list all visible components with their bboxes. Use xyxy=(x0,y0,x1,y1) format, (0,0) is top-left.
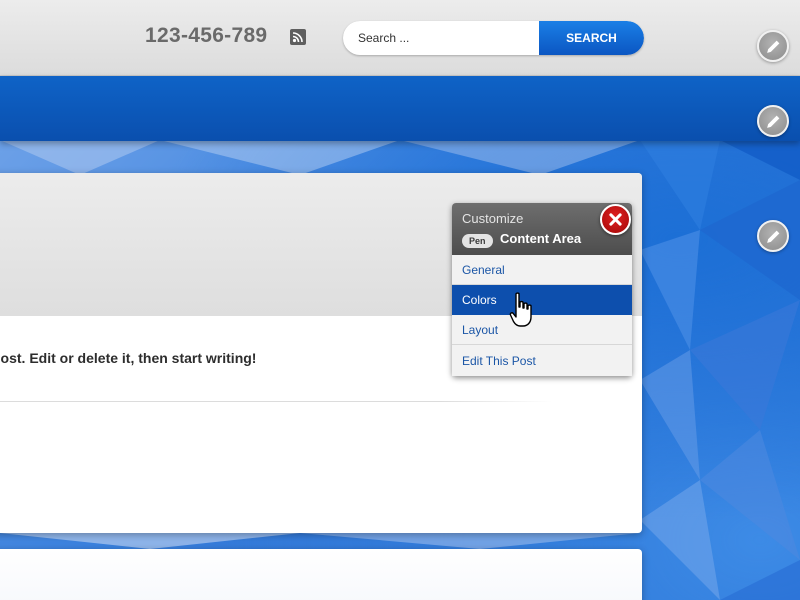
customize-panel: Customize Pen Content Area General Color… xyxy=(452,203,632,376)
pencil-icon xyxy=(767,115,780,128)
pen-badge: Pen xyxy=(462,234,493,248)
divider xyxy=(0,401,552,402)
navigation-bar xyxy=(0,76,800,141)
menu-item-general[interactable]: General xyxy=(452,255,632,285)
close-icon xyxy=(609,213,622,226)
customize-subtitle: Content Area xyxy=(500,231,582,246)
rss-icon[interactable] xyxy=(290,29,306,45)
post-excerpt: post. Edit or delete it, then start writ… xyxy=(0,350,257,366)
top-bar: 123-456-789 SEARCH xyxy=(0,0,800,76)
close-button[interactable] xyxy=(600,204,631,235)
menu-item-edit-this-post[interactable]: Edit This Post xyxy=(452,346,632,376)
search-button[interactable]: SEARCH xyxy=(539,21,644,55)
phone-number: 123-456-789 xyxy=(145,24,268,47)
hand-pointer-icon xyxy=(509,292,532,327)
customize-title: Customize xyxy=(462,211,524,226)
search-input[interactable] xyxy=(343,21,540,55)
menu-item-layout[interactable]: Layout xyxy=(452,315,632,345)
pencil-icon xyxy=(767,40,780,53)
second-content-card xyxy=(0,549,642,600)
search-form: SEARCH xyxy=(343,21,644,55)
pencil-icon xyxy=(767,230,780,243)
edit-content-button[interactable] xyxy=(757,220,789,252)
edit-header-button[interactable] xyxy=(757,30,789,62)
edit-navigation-button[interactable] xyxy=(757,105,789,137)
menu-item-colors[interactable]: Colors xyxy=(452,285,632,315)
